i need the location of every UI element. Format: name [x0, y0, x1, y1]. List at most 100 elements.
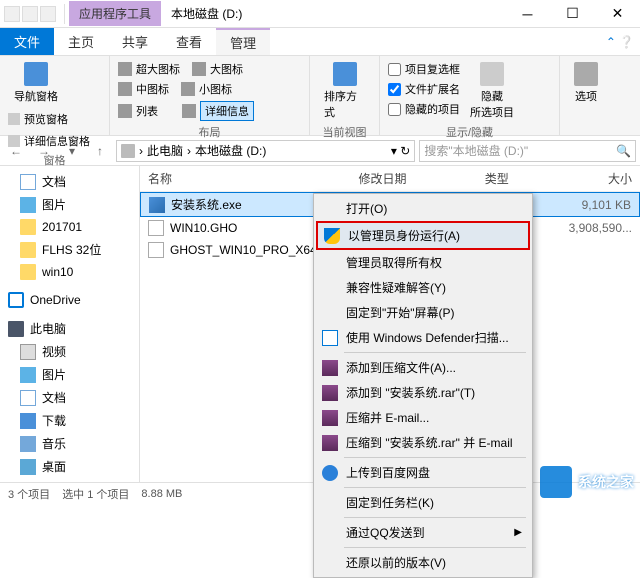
menu-item[interactable]: 打开(O)	[316, 196, 530, 221]
maximize-button[interactable]: ☐	[550, 0, 595, 28]
sidebar-thispc[interactable]: 此电脑	[0, 317, 139, 340]
sidebar-item[interactable]: 文档	[0, 386, 139, 409]
pc-icon	[8, 321, 24, 337]
menu-item[interactable]: 通过QQ发送到▶	[316, 520, 530, 545]
menu-item[interactable]: 上传到百度网盘	[316, 460, 530, 485]
address-bar-row: ← → ▾ ↑ › 此电脑 › 本地磁盘 (D:) ▾ ↻ 搜索"本地磁盘 (D…	[0, 136, 640, 166]
hide-button[interactable]: 隐藏 所选项目	[464, 60, 520, 122]
window-title: 本地磁盘 (D:)	[161, 1, 252, 26]
menubar: 文件 主页 共享 查看 管理 ⌃ ❔	[0, 28, 640, 56]
checkboxes-option[interactable]: 项目复选框	[388, 60, 460, 78]
menu-item[interactable]: 压缩到 "安装系统.rar" 并 E-mail	[316, 430, 530, 455]
sort-button[interactable]: 排序方式	[318, 60, 371, 122]
col-name[interactable]: 名称	[148, 170, 358, 187]
onedrive-icon	[8, 292, 24, 308]
sidebar-item[interactable]: 视频	[0, 340, 139, 363]
sidebar-item[interactable]: 201701	[0, 216, 139, 238]
up-button[interactable]: ↑	[88, 139, 112, 163]
forward-button[interactable]: →	[32, 139, 56, 163]
menu-item[interactable]: 压缩并 E-mail...	[316, 405, 530, 430]
col-size[interactable]: 大小	[569, 170, 632, 187]
history-button[interactable]: ▾	[60, 139, 84, 163]
col-type[interactable]: 类型	[485, 170, 569, 187]
help-button[interactable]: ⌃ ❔	[600, 28, 640, 55]
close-button[interactable]: ✕	[595, 0, 640, 28]
folder-icon	[20, 197, 36, 213]
file-icon	[148, 220, 164, 236]
search-input[interactable]: 搜索"本地磁盘 (D:)" 🔍	[419, 140, 636, 162]
folder-icon	[20, 264, 36, 280]
rar-icon	[322, 385, 338, 401]
list-view[interactable]: 列表	[136, 103, 158, 119]
sidebar-item[interactable]: 图片	[0, 193, 139, 216]
separator	[344, 517, 526, 518]
drive-icon	[121, 144, 135, 158]
medium-icons[interactable]: 中图标	[136, 81, 169, 97]
quick-access-icon[interactable]	[22, 6, 38, 22]
sidebar-item[interactable]: 桌面	[0, 455, 139, 478]
extensions-option[interactable]: 文件扩展名	[388, 80, 460, 98]
rar-icon	[322, 410, 338, 426]
file-icon	[149, 197, 165, 213]
menu-item[interactable]: 添加到压缩文件(A)...	[316, 355, 530, 380]
submenu-arrow-icon: ▶	[514, 527, 522, 538]
menu-item[interactable]: 添加到 "安装系统.rar"(T)	[316, 380, 530, 405]
view-tab[interactable]: 查看	[162, 28, 216, 55]
manage-tab[interactable]: 管理	[216, 28, 270, 55]
details-view[interactable]: 详细信息	[200, 101, 254, 121]
watermark: 系统之家	[540, 466, 634, 498]
hidden-items-option[interactable]: 隐藏的项目	[388, 100, 460, 118]
folder-icon	[20, 413, 36, 429]
navigation-tree[interactable]: 文档图片201701FLHS 32位win10OneDrive此电脑视频图片文档…	[0, 166, 140, 482]
menu-item[interactable]: 以管理员身份运行(A)	[316, 221, 530, 250]
preview-pane-check[interactable]: 预览窗格	[8, 110, 68, 128]
menu-item[interactable]: 使用 Windows Defender扫描...	[316, 325, 530, 350]
small-icons[interactable]: 小图标	[199, 81, 232, 97]
options-button[interactable]: 选项	[568, 60, 604, 106]
shield-icon	[324, 228, 340, 244]
breadcrumb[interactable]: 此电脑	[147, 142, 183, 159]
item-count: 3 个项目	[8, 486, 50, 502]
sidebar-item[interactable]: 本地磁盘 (C:)	[0, 478, 139, 482]
folder-icon	[20, 390, 36, 406]
large-icons[interactable]: 大图标	[210, 61, 243, 77]
sidebar-item[interactable]: 图片	[0, 363, 139, 386]
sidebar-item[interactable]: 下载	[0, 409, 139, 432]
column-headers[interactable]: 名称 修改日期 类型 大小	[140, 166, 640, 192]
label: 导航窗格	[14, 88, 58, 104]
folder-icon	[20, 367, 36, 383]
folder-icon	[4, 6, 20, 22]
defender-icon	[322, 330, 338, 346]
xlarge-icons[interactable]: 超大图标	[136, 61, 180, 77]
folder-icon	[20, 219, 36, 235]
col-date[interactable]: 修改日期	[358, 170, 484, 187]
menu-item[interactable]: 还原以前的版本(V)	[316, 550, 530, 575]
menu-item[interactable]: 管理员取得所有权	[316, 250, 530, 275]
menu-item[interactable]: 兼容性疑难解答(Y)	[316, 275, 530, 300]
separator	[344, 547, 526, 548]
back-button[interactable]: ←	[4, 139, 28, 163]
menu-item[interactable]: 固定到"开始"屏幕(P)	[316, 300, 530, 325]
home-tab[interactable]: 主页	[54, 28, 108, 55]
selected-size: 8.88 MB	[141, 488, 182, 500]
sidebar-item[interactable]: 文档	[0, 170, 139, 193]
folder-icon	[20, 436, 36, 452]
separator	[344, 457, 526, 458]
rar-icon	[322, 360, 338, 376]
group-label: 显示/隐藏	[388, 122, 551, 140]
minimize-button[interactable]: ─	[505, 0, 550, 28]
nav-pane-button[interactable]: 导航窗格	[8, 60, 64, 106]
quick-access-icon[interactable]	[40, 6, 56, 22]
address-bar[interactable]: › 此电脑 › 本地磁盘 (D:) ▾ ↻	[116, 140, 415, 162]
tools-context-tab: 应用程序工具	[69, 1, 161, 26]
share-tab[interactable]: 共享	[108, 28, 162, 55]
folder-icon	[20, 482, 36, 483]
baidu-icon	[322, 465, 338, 481]
sidebar-item[interactable]: 音乐	[0, 432, 139, 455]
breadcrumb[interactable]: 本地磁盘 (D:)	[195, 142, 266, 159]
sidebar-item[interactable]: win10	[0, 261, 139, 283]
sidebar-onedrive[interactable]: OneDrive	[0, 289, 139, 311]
sidebar-item[interactable]: FLHS 32位	[0, 238, 139, 261]
file-menu[interactable]: 文件	[0, 28, 54, 55]
menu-item[interactable]: 固定到任务栏(K)	[316, 490, 530, 515]
